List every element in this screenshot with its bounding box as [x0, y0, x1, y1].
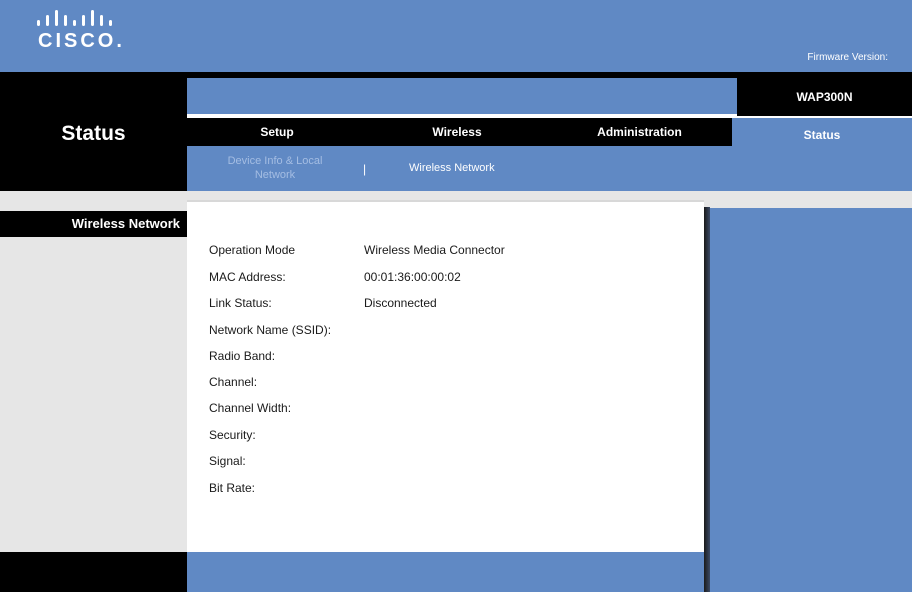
- content-top-edge: [187, 200, 704, 202]
- main-tabs: Setup Wireless Administration Status: [187, 118, 912, 152]
- field-value: Wireless Media Connector: [364, 243, 505, 257]
- content-shadow: [704, 207, 710, 592]
- field-label: Channel:: [209, 375, 258, 389]
- field-label: Bit Rate:: [209, 481, 256, 495]
- field-label: Security:: [209, 428, 256, 442]
- tab-setup[interactable]: Setup: [187, 118, 367, 146]
- firmware-version: Firmware Version:: [807, 52, 888, 63]
- tab-wireless[interactable]: Wireless: [367, 118, 547, 146]
- field-label: MAC Address:: [209, 270, 286, 284]
- field-label: Operation Mode: [209, 243, 296, 257]
- cisco-bars-icon: [37, 10, 112, 26]
- field-label: Network Name (SSID):: [209, 323, 332, 337]
- section-label: Wireless Network: [0, 211, 187, 237]
- tab-administration[interactable]: Administration: [547, 118, 732, 146]
- footer-left: [0, 552, 187, 592]
- field-label: Radio Band:: [209, 349, 276, 363]
- status-content-panel: Operation Mode Wireless Media Connector …: [187, 200, 704, 552]
- field-label: Link Status:: [209, 296, 272, 310]
- model-name: WAP300N: [737, 78, 912, 116]
- cisco-wordmark: CISCO.: [38, 30, 125, 52]
- field-value: 00:01:36:00:00:02: [364, 270, 461, 284]
- subtab-wireless-network[interactable]: Wireless Network: [409, 162, 495, 174]
- field-label: Signal:: [209, 454, 246, 468]
- sub-tabs: Device Info & Local Network | Wireless N…: [187, 146, 912, 191]
- page-title: Status: [61, 122, 126, 145]
- cisco-logo: CISCO.: [36, 8, 126, 56]
- footer-bar: [187, 552, 704, 592]
- header: CISCO. Firmware Version:: [0, 0, 912, 72]
- title-band: Status: [0, 72, 187, 192]
- field-label: Channel Width:: [209, 401, 292, 415]
- left-sidebar: [0, 208, 187, 552]
- subtab-device-info-local-network[interactable]: Device Info & Local Network: [215, 154, 335, 182]
- field-value: Disconnected: [364, 296, 437, 310]
- subtab-separator: |: [363, 162, 367, 176]
- nav-header-bar: [187, 78, 737, 116]
